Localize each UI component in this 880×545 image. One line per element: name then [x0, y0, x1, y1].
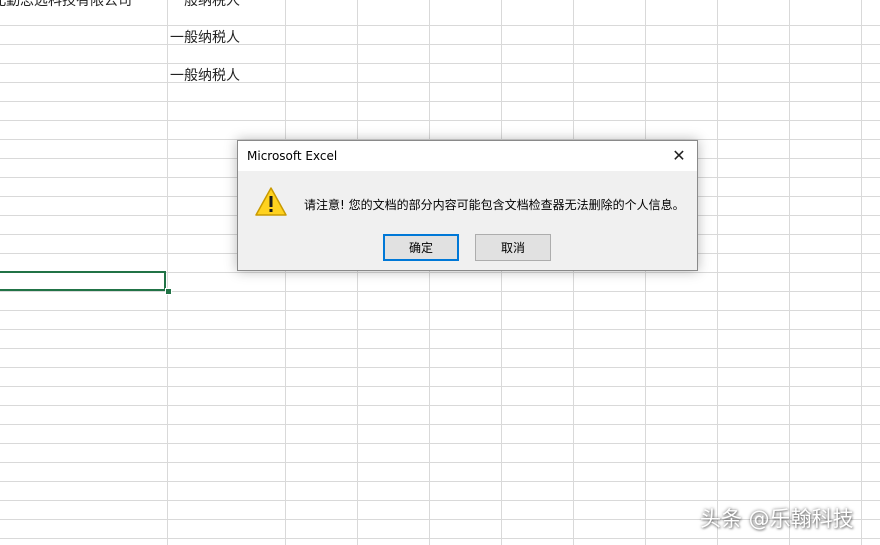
row-divider	[0, 101, 880, 102]
row-divider	[0, 25, 880, 26]
column-divider	[429, 0, 430, 545]
company-name-cell[interactable]: 湖北勤思远科技有限公司	[0, 0, 132, 10]
close-icon: ✕	[672, 146, 686, 165]
row-divider	[0, 424, 880, 425]
row-divider	[0, 538, 880, 539]
active-cell-selection[interactable]	[0, 271, 166, 291]
column-divider	[357, 0, 358, 545]
fill-handle[interactable]	[165, 288, 172, 295]
taxpayer-type-cell[interactable]: 一般纳税人	[170, 27, 240, 47]
close-button[interactable]: ✕	[665, 143, 693, 169]
row-divider	[0, 386, 880, 387]
column-divider	[717, 0, 718, 545]
row-divider	[0, 462, 880, 463]
dialog-titlebar[interactable]: Microsoft Excel ✕	[238, 141, 697, 171]
taxpayer-type-cell[interactable]: 一般纳税人	[170, 0, 240, 10]
column-divider	[573, 0, 574, 545]
column-divider	[789, 0, 790, 545]
row-divider	[0, 443, 880, 444]
warning-icon	[255, 187, 287, 216]
dialog-message: 请注意! 您的文档的部分内容可能包含文档检查器无法删除的个人信息。	[304, 198, 685, 212]
watermark: 头条 @乐翰科技	[700, 507, 854, 531]
row-divider	[0, 348, 880, 349]
column-divider	[861, 0, 862, 545]
row-divider	[0, 329, 880, 330]
cancel-button[interactable]: 取消	[475, 234, 551, 261]
ok-button-label: 确定	[408, 241, 433, 255]
excel-warning-dialog: Microsoft Excel ✕ 请注意! 您的文档的部分内容可能包含文档检查…	[237, 140, 698, 271]
row-divider	[0, 120, 880, 121]
column-divider	[645, 0, 646, 545]
column-divider	[501, 0, 502, 545]
taxpayer-type-cell[interactable]: 一般纳税人	[170, 65, 240, 85]
row-divider	[0, 44, 880, 45]
dialog-title: Microsoft Excel	[247, 149, 338, 163]
row-divider	[0, 82, 880, 83]
row-divider	[0, 405, 880, 406]
row-divider	[0, 367, 880, 368]
cancel-button-label: 取消	[500, 241, 525, 255]
column-divider	[285, 0, 286, 545]
spreadsheet-grid[interactable]: 湖北勤思远科技有限公司 一般纳税人 一般纳税人 一般纳税人	[0, 0, 880, 545]
row-divider	[0, 63, 880, 64]
ok-button[interactable]: 确定	[383, 234, 459, 261]
row-divider	[0, 310, 880, 311]
row-divider	[0, 291, 880, 292]
row-divider	[0, 500, 880, 501]
row-divider	[0, 481, 880, 482]
column-divider	[167, 0, 168, 545]
